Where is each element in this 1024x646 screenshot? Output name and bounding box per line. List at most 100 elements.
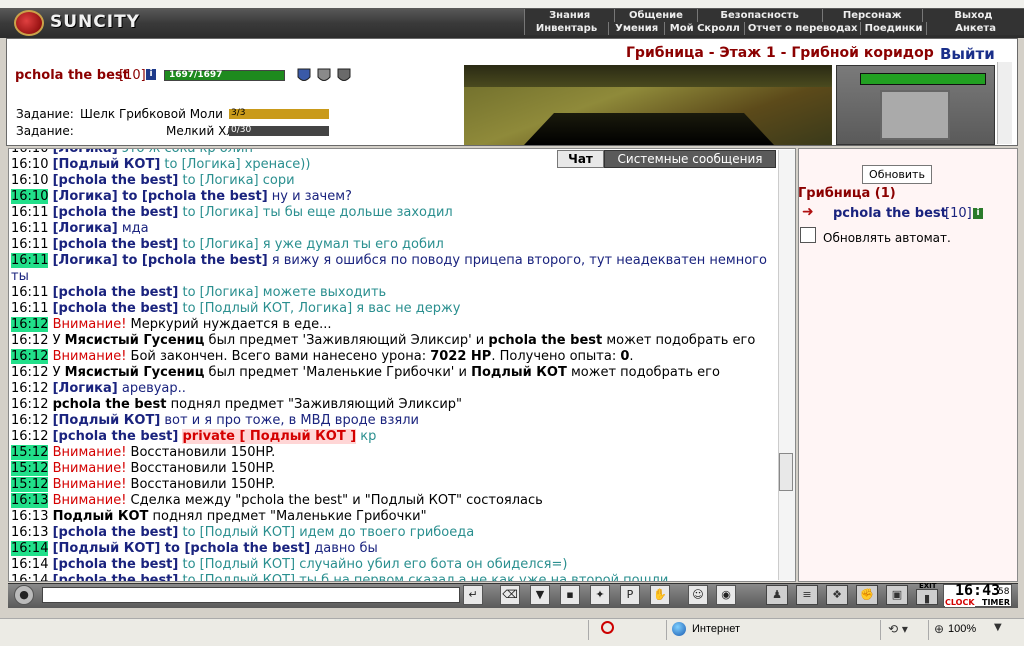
message-nick[interactable]: [Логика] — [53, 189, 118, 204]
message-time[interactable]: 16:11 — [11, 285, 48, 300]
buff-shield-icon[interactable] — [296, 67, 312, 85]
message-time[interactable]: 16:12 — [11, 429, 48, 444]
send-icon[interactable]: ↵ — [463, 585, 483, 605]
message-nick[interactable]: [Логика] — [53, 149, 118, 156]
message-time[interactable]: 15:12 — [11, 461, 49, 476]
menu-vykhod[interactable]: Выход — [921, 9, 1024, 22]
navigation-arrows[interactable] — [880, 90, 950, 140]
message-time[interactable]: 16:10 — [11, 157, 48, 172]
save-icon[interactable]: ▪ — [560, 585, 580, 605]
message-nick[interactable]: [pchola the best] — [53, 285, 179, 300]
buff-shield-icon[interactable] — [336, 67, 352, 85]
action-figure-icon[interactable]: ♟ — [766, 585, 788, 605]
message-time[interactable]: 16:12 — [11, 397, 48, 412]
chat-scrollbar[interactable] — [778, 150, 795, 580]
menu-moy-skroll[interactable]: Мой Скролл — [664, 22, 745, 35]
character-name[interactable]: pchola the best — [15, 68, 129, 83]
message-time[interactable]: 16:12 — [11, 333, 48, 348]
tab-system-messages[interactable]: Системные сообщения — [604, 150, 776, 168]
menu-personazh[interactable]: Персонаж — [821, 9, 922, 22]
message-nick[interactable]: [pchola the best] — [53, 429, 179, 444]
smiley-icon[interactable]: ☺ — [688, 585, 708, 605]
clock-label[interactable]: CLOCK — [945, 598, 975, 607]
message-nick[interactable]: [pchola the best] — [53, 173, 179, 188]
message-time[interactable]: 16:11 — [11, 301, 48, 316]
exit-location-link[interactable]: Выйти — [940, 45, 995, 63]
protected-mode-icon[interactable]: ⟲ ▾ — [888, 622, 908, 636]
player-arrow-icon[interactable]: ➜ — [802, 204, 814, 220]
menu-znaniya[interactable]: Знания — [524, 9, 615, 22]
message-nick[interactable]: [Логика] — [53, 253, 118, 268]
chat-settings-icon[interactable]: ● — [14, 585, 34, 605]
message-time[interactable]: 16:11 — [11, 253, 49, 268]
message-nick[interactable]: [pchola the best] — [53, 301, 179, 316]
menu-otchet-o-perevodakh[interactable]: Отчет о переводах — [744, 22, 860, 35]
message-time[interactable]: 16:11 — [11, 205, 48, 220]
refresh-button[interactable]: Обновить — [862, 165, 932, 184]
room-player-name[interactable]: pchola the best — [833, 206, 947, 221]
message-time[interactable]: 16:11 — [11, 221, 48, 236]
message-nick[interactable]: [Подлый КОТ] — [53, 157, 161, 172]
message-nick[interactable]: private [ Подлый КОТ ] — [182, 429, 357, 444]
message-time[interactable]: 16:11 — [11, 237, 48, 252]
eraser-icon[interactable]: ⌫ — [500, 585, 520, 605]
message-time[interactable]: 16:12 — [11, 349, 49, 364]
header-scrollbar[interactable] — [997, 62, 1012, 144]
exit-door-icon[interactable]: ▮ — [916, 589, 938, 605]
message-time[interactable]: 16:13 — [11, 525, 48, 540]
filter-icon[interactable]: ▼ — [530, 585, 550, 605]
zoom-dropdown-icon[interactable]: ▼ — [994, 622, 1002, 633]
message-time[interactable]: 16:13 — [11, 509, 48, 524]
message-nick[interactable]: [Логика] — [53, 381, 118, 396]
message-nick[interactable]: [Подлый КОТ] — [53, 541, 161, 556]
message-time[interactable]: 16:10 — [11, 149, 48, 156]
message-nick[interactable]: to [pchola the best] — [118, 253, 267, 268]
message-nick[interactable]: [pchola the best] — [53, 237, 179, 252]
menu-poedinki[interactable]: Поединки — [859, 22, 927, 35]
character-info-icon[interactable]: i — [146, 69, 156, 80]
menu-inventar[interactable]: Инвентарь — [524, 22, 608, 35]
action-beast-icon[interactable]: ❖ — [826, 585, 848, 605]
message-time[interactable]: 16:10 — [11, 173, 48, 188]
action-scroll-icon[interactable]: ≡ — [796, 585, 818, 605]
message-nick[interactable]: [Логика] — [53, 221, 118, 236]
fight-icon[interactable]: ✦ — [590, 585, 610, 605]
menu-umeniya[interactable]: Умения — [607, 22, 665, 35]
message-time[interactable]: 16:14 — [11, 541, 49, 556]
message-time[interactable]: 16:13 — [11, 493, 49, 508]
chat-input[interactable] — [42, 587, 460, 603]
message-nick[interactable]: [pchola the best] — [53, 205, 179, 220]
buff-shield-icon[interactable] — [316, 67, 332, 85]
auto-refresh-checkbox[interactable] — [800, 227, 816, 243]
room-player-info-icon[interactable]: i — [973, 208, 983, 219]
zoom-icon[interactable]: ⊕ — [934, 622, 944, 636]
message-time[interactable]: 16:10 — [11, 189, 49, 204]
message-nick[interactable]: [Подлый КОТ] — [53, 413, 161, 428]
chat-scrollbar-thumb[interactable] — [779, 453, 793, 491]
message-nick[interactable]: [pchola the best] — [53, 557, 179, 572]
timer-label[interactable]: TIMER — [982, 598, 1010, 607]
menu-anketa[interactable]: Анкета — [926, 22, 1024, 35]
message-time[interactable]: 15:12 — [11, 477, 49, 492]
message-time[interactable]: 16:14 — [11, 573, 48, 581]
message-time[interactable]: 16:12 — [11, 413, 48, 428]
message-nick[interactable]: [pchola the best] — [53, 525, 179, 540]
menu-obshchenie[interactable]: Общение — [614, 9, 697, 22]
message-time[interactable]: 16:12 — [11, 381, 48, 396]
menu-bezopasnost[interactable]: Безопасность — [696, 9, 822, 22]
popup-blocked-icon[interactable] — [601, 621, 614, 634]
action-fist-icon[interactable]: ✊ — [856, 585, 878, 605]
zoom-level[interactable]: 100% — [948, 623, 976, 635]
message-time[interactable]: 16:12 — [11, 365, 48, 380]
message-nick[interactable]: to [pchola the best] — [118, 189, 267, 204]
action-lock-icon[interactable]: ▣ — [886, 585, 908, 605]
message-time[interactable]: 16:12 — [11, 317, 49, 332]
message-nick[interactable]: to [pchola the best] — [160, 541, 310, 556]
private-icon[interactable]: P — [620, 585, 640, 605]
tab-chat[interactable]: Чат — [557, 150, 604, 168]
message-time[interactable]: 16:14 — [11, 557, 48, 572]
helmet-icon[interactable]: ◉ — [716, 585, 736, 605]
message-nick[interactable]: [pchola the best] — [53, 573, 179, 581]
message-time[interactable]: 15:12 — [11, 445, 49, 460]
hands-icon[interactable]: ✋ — [650, 585, 670, 605]
